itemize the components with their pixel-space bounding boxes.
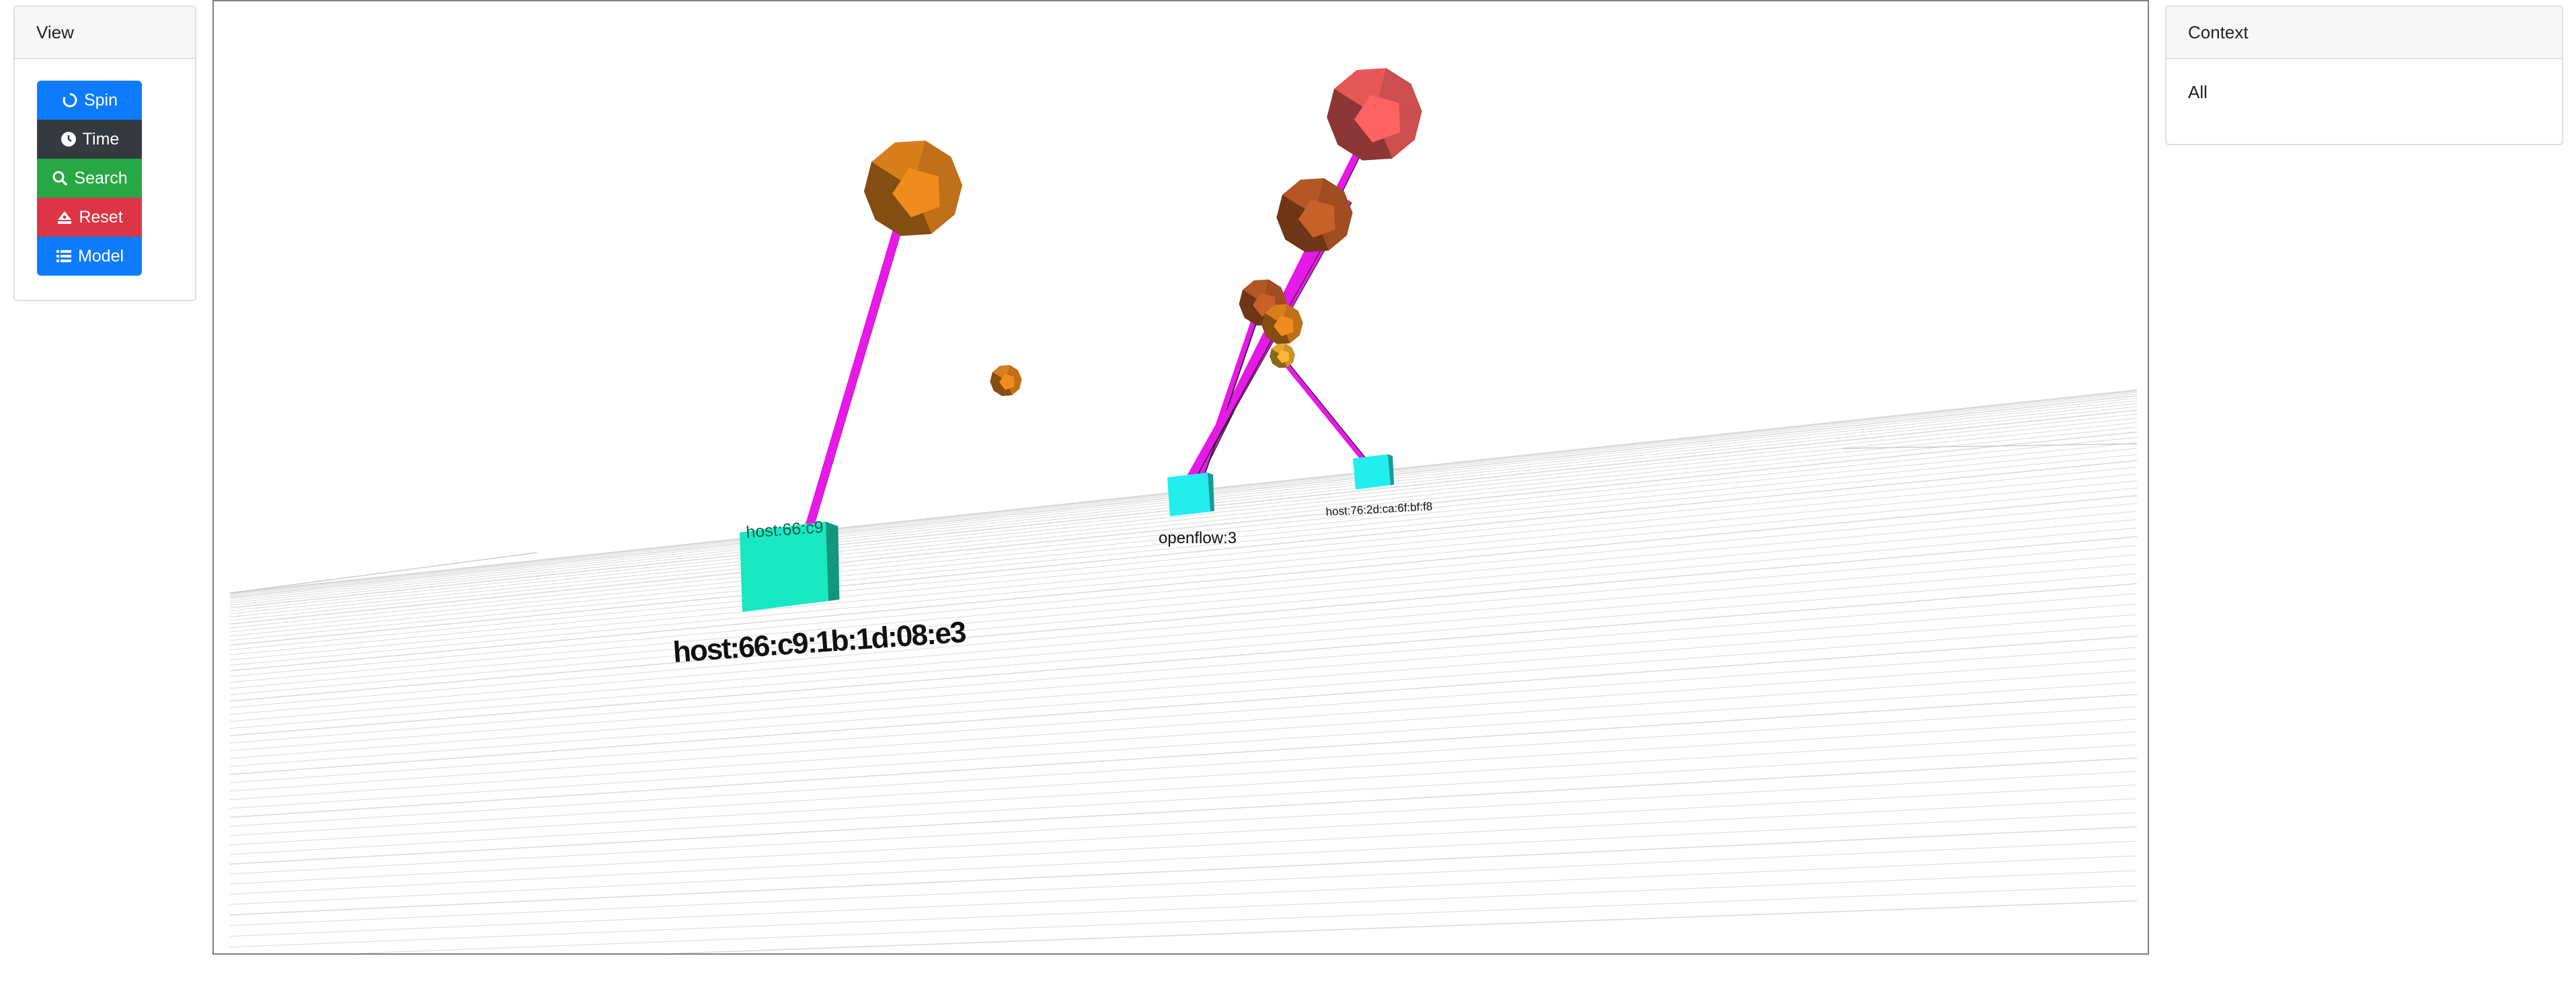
model-label: Model [77, 246, 124, 266]
grid-line [229, 603, 2138, 752]
grid-edge [1840, 443, 2138, 449]
spin-label: Spin [83, 90, 118, 110]
topology-scene[interactable]: host:66:c9host:66:c9:1b:1d:08:e3openflow… [214, 1, 2148, 953]
cube-front [1167, 473, 1210, 516]
list-icon [55, 247, 73, 265]
eject-icon [56, 208, 73, 226]
spin-button[interactable]: Spin [37, 81, 142, 120]
reset-label: Reset [79, 207, 123, 227]
grid-line [229, 593, 2138, 744]
time-label: Time [82, 129, 120, 149]
grid-line [229, 840, 2138, 926]
model-button[interactable]: Model [37, 237, 142, 276]
link-edge [1193, 320, 1280, 475]
node-rust [1276, 178, 1353, 252]
time-button[interactable]: Time [37, 120, 142, 159]
search-button[interactable]: Search [37, 159, 142, 198]
grid-line [229, 757, 2138, 865]
search-icon [51, 169, 69, 187]
host-node-small [1353, 454, 1395, 489]
view-panel-title: View [15, 7, 195, 59]
grid-line [229, 855, 2138, 937]
grid-line [229, 647, 2138, 783]
grid-line [229, 706, 2138, 827]
host-small-label: host:76:2d:ca:6f:bf:f8 [1325, 500, 1433, 518]
link-edge [803, 210, 906, 537]
node-red [1327, 68, 1422, 161]
grid-line [229, 731, 2138, 846]
cube-front [1353, 454, 1391, 489]
reset-button[interactable]: Reset [37, 198, 142, 237]
spin-icon [61, 91, 79, 109]
node-orange-large [863, 141, 963, 236]
search-label: Search [74, 168, 128, 188]
context-panel: Context All [2165, 5, 2563, 145]
grid-line [229, 670, 2138, 800]
grid-line [229, 545, 2138, 709]
node-orange-tiny [990, 365, 1022, 396]
grid-line [229, 826, 2138, 916]
clock-icon [60, 130, 77, 148]
grid-line [229, 426, 2138, 621]
grid-line [229, 495, 2138, 672]
grid-line [229, 536, 2138, 702]
context-panel-title: Context [2167, 7, 2562, 59]
grid-line [229, 798, 2138, 895]
link-edge [1277, 354, 1366, 463]
context-value: All [2188, 82, 2208, 102]
openflow-node [1167, 473, 1214, 516]
view-panel: View Spin Time Search Reset Model [13, 5, 196, 301]
topology-3d-viewport[interactable]: host:66:c9 host:66:c9:1b:1d:08:e3 openflow… [212, 0, 2149, 955]
grid-floor [229, 389, 2138, 953]
view-button-group: Spin Time Search Reset Model [37, 81, 142, 276]
grid-line [229, 418, 2138, 615]
node-yellow [1270, 343, 1295, 368]
grid-line [229, 431, 2138, 625]
grid-line [229, 658, 2138, 792]
openflow-label: openflow:3 [1159, 529, 1237, 547]
host-large-label: host:66:c9:1b:1d:08:e3 [672, 616, 966, 669]
